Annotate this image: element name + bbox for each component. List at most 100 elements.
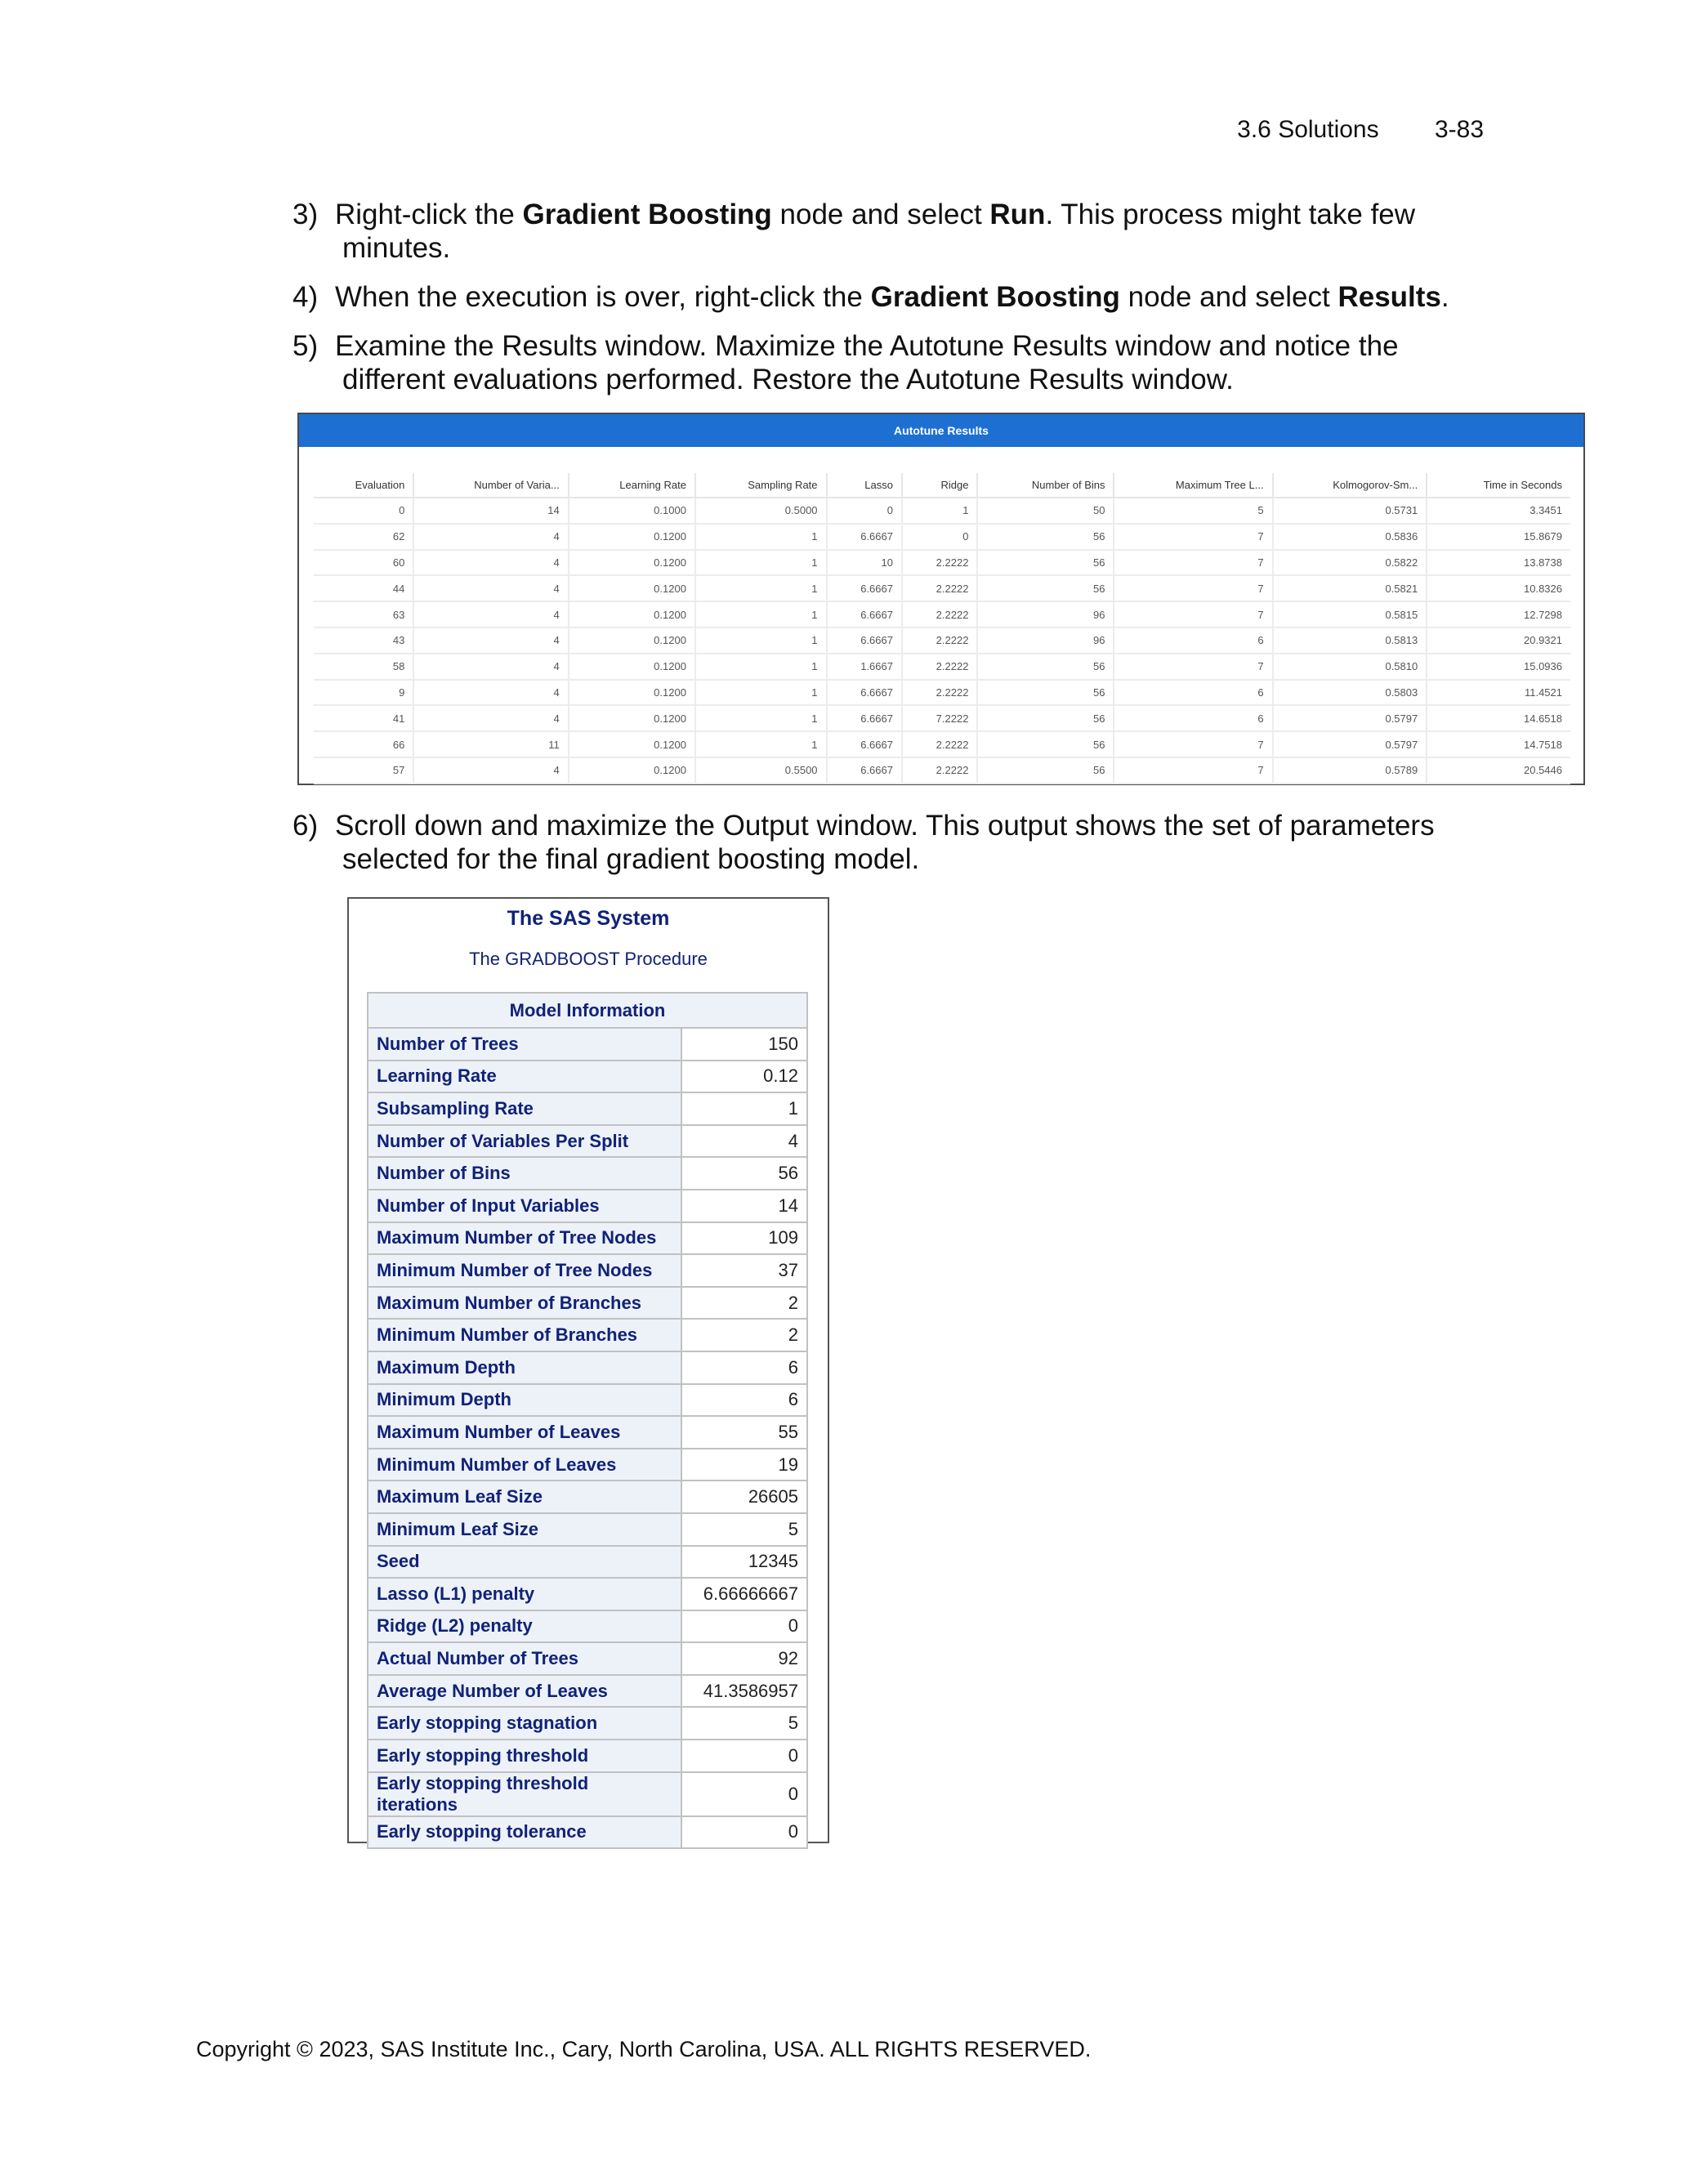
table-cell: 56 [977,523,1115,551]
table-cell: 6.6667 [826,705,903,733]
table-cell: 10.8326 [1427,575,1570,603]
model-info-label: Minimum Number of Leaves [367,1447,682,1482]
model-info-label: Early stopping threshold iterations [367,1771,682,1817]
autotune-column-header[interactable]: Number of Varia... [413,473,569,498]
table-row[interactable]: 63 4 0.1200 1 6.6667 2.2222 96 7 0.5815 12.7298 [314,601,1570,628]
table-cell: 6.6667 [826,757,903,784]
table-row[interactable]: 57 4 0.1200 0.5500 6.6667 2.2222 56 7 0.5789 20.5… [314,757,1570,784]
table-cell: 0 [314,498,415,525]
table-row[interactable]: 43 4 0.1200 1 6.6667 2.2222 96 6 0.5813 20.9321 [314,627,1570,654]
table-cell: 2.2222 [901,575,979,603]
sas-output-box: The SAS System The GRADBOOST Procedure M… [347,897,829,1850]
table-cell: 0.1200 [568,523,696,551]
table-cell: 2.2222 [901,653,979,681]
table-cell: 0.5803 [1272,679,1428,707]
table-cell: 50 [977,498,1115,525]
table-cell: 11 [413,731,569,758]
table-cell: 43 [314,627,415,654]
table-cell: 0.1200 [568,705,696,733]
table-cell: 7 [1114,653,1274,681]
table-row[interactable]: 44 4 0.1200 1 6.6667 2.2222 56 7 0.5821 10.8326 [314,575,1570,603]
table-cell: 0.1200 [568,679,696,707]
model-info-value: 14 [681,1188,808,1223]
model-info-row: Lasso (L1) penalty 6.66666667 [367,1577,808,1611]
page-number: 3-83 [1434,116,1484,143]
table-cell: 0.5813 [1272,627,1428,654]
model-info-label: Maximum Number of Tree Nodes [367,1221,682,1256]
table-row[interactable]: 0 14 0.1000 0.5000 0 1 50 5 0.5731 3.3451 [314,498,1570,525]
sas-title: The SAS System [507,907,670,930]
table-cell: 0.1200 [568,601,696,628]
model-info-value: 56 [681,1156,808,1190]
table-cell: 0.5000 [694,498,828,525]
table-cell: 62 [314,523,415,551]
model-info-label: Learning Rate [367,1059,682,1094]
autotune-column-header[interactable]: Maximum Tree L... [1114,473,1274,498]
model-info-label: Minimum Number of Branches [367,1318,682,1352]
model-info-value: 5 [681,1706,808,1741]
autotune-column-header[interactable]: Lasso [826,473,903,498]
model-info-row: Maximum Number of Leaves 55 [367,1415,808,1449]
table-cell: 20.5446 [1427,757,1570,784]
table-row[interactable]: 58 4 0.1200 1 1.6667 2.2222 56 7 0.5810 15.0936 [314,653,1570,681]
model-info-row: Early stopping tolerance 0 [367,1815,808,1850]
table-cell: 4 [413,705,569,733]
model-info-label: Maximum Depth [367,1350,682,1385]
table-cell: 6.6667 [826,523,903,551]
table-cell: 0.5810 [1272,653,1428,681]
page-header: 3.6 Solutions 3-83 [1237,116,1484,144]
table-cell: 56 [977,731,1115,758]
step-number: 3) [292,199,319,230]
table-cell: 1 [694,523,828,551]
model-info-row: Actual Number of Trees 92 [367,1641,808,1676]
autotune-column-header[interactable]: Time in Seconds [1427,473,1570,498]
autotune-column-header[interactable]: Kolmogorov-Sm... [1272,473,1428,498]
model-info-row: Average Number of Leaves 41.3586957 [367,1673,808,1708]
table-cell: 96 [977,627,1115,654]
table-cell: 6.6667 [826,575,903,603]
model-info-row: Number of Trees 150 [367,1027,808,1061]
section-title: 3.6 Solutions [1237,116,1379,143]
autotune-results-panel: Autotune Results Evaluation Number of Var… [297,413,1585,785]
model-info-row: Learning Rate 0.12 [367,1059,808,1094]
step-text-continued: minutes. [342,232,451,264]
table-cell: 56 [977,705,1115,733]
model-info-row: Number of Bins 56 [367,1156,808,1190]
table-cell: 9 [314,679,415,707]
autotune-column-header[interactable]: Sampling Rate [694,473,828,498]
table-cell: 6 [1114,627,1274,654]
model-info-label: Maximum Number of Branches [367,1285,682,1320]
table-cell: 2.2222 [901,549,979,577]
table-cell: 0.1200 [568,653,696,681]
table-row[interactable]: 62 4 0.1200 1 6.6667 0 56 7 0.5836 15.8679 [314,523,1570,551]
model-info-value: 55 [681,1415,808,1449]
table-cell: 1 [694,731,828,758]
autotune-table: Evaluation Number of Varia... Learning Rat… [314,473,1570,784]
model-info-row: Early stopping threshold iterations 0 [367,1771,808,1817]
model-info-row: Early stopping threshold 0 [367,1739,808,1773]
autotune-column-header[interactable]: Number of Bins [977,473,1115,498]
table-row[interactable]: 41 4 0.1200 1 6.6667 7.2222 56 6 0.5797 14.6518 [314,705,1570,733]
table-row[interactable]: 66 11 0.1200 1 6.6667 2.2222 56 7 0.5797 14.7518 [314,731,1570,758]
table-row[interactable]: 9 4 0.1200 1 6.6667 2.2222 56 6 0.5803 11.4521 [314,679,1570,707]
table-cell: 0 [901,523,979,551]
model-info-label: Average Number of Leaves [367,1673,682,1708]
step-text: When the execution is over, right-click … [335,281,1449,313]
autotune-column-header[interactable]: Evaluation [314,473,415,498]
table-cell: 4 [413,627,569,654]
table-cell: 0.5789 [1272,757,1428,784]
step-4: 4) When the execution is over, right-cli… [292,280,1485,314]
model-info-value: 6.66666667 [681,1577,808,1611]
table-cell: 1 [901,498,979,525]
step-text-continued: different evaluations performed. Restore… [342,364,1234,395]
autotune-column-header[interactable]: Learning Rate [568,473,696,498]
model-info-label: Minimum Depth [367,1382,682,1418]
model-info-row: Minimum Number of Branches 2 [367,1318,808,1352]
model-info-value: 2 [681,1318,808,1352]
autotune-column-header[interactable]: Ridge [901,473,979,498]
table-cell: 4 [413,601,569,628]
step-text: Right-click the Gradient Boosting node a… [335,199,1416,230]
model-info-row: Ridge (L2) penalty 0 [367,1609,808,1644]
table-row[interactable]: 60 4 0.1200 1 10 2.2222 56 7 0.5822 13.8738 [314,549,1570,577]
step-3: 3) Right-click the Gradient Boosting nod… [292,198,1485,265]
